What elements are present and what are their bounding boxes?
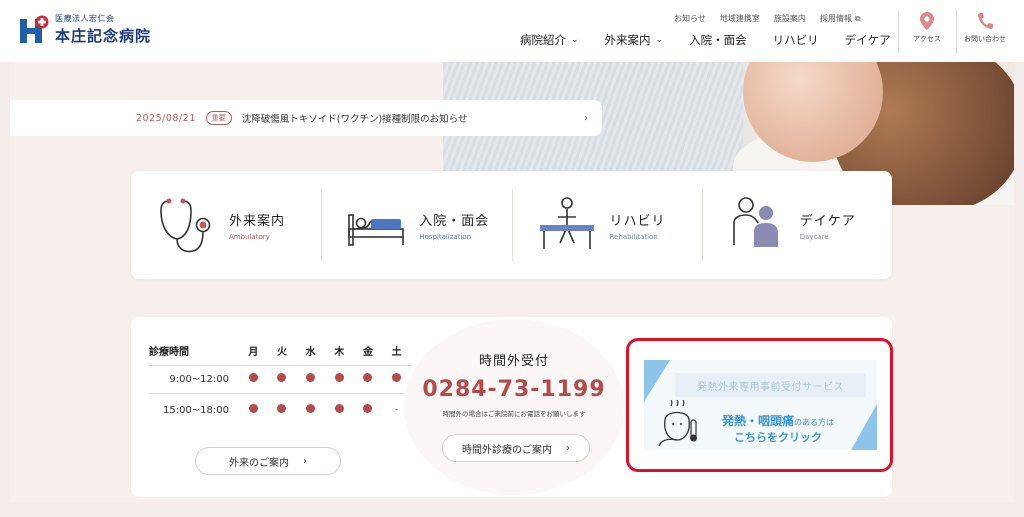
nav-item-rehab[interactable]: リハビリ: [773, 32, 819, 48]
contact-label: お問い合わせ: [964, 35, 1006, 43]
nav-item-about[interactable]: 病院紹介 ⌄: [520, 32, 579, 48]
category-inpatient-en: Hospitalization: [419, 232, 472, 241]
after-hours-note: 時間外の場合はご来院前にお電話をお願いします: [442, 410, 586, 418]
open-dot: [363, 373, 373, 382]
nav-item-outpatient-label: 外来案内: [604, 33, 651, 47]
util-link-regional[interactable]: 地域連携室: [720, 13, 760, 24]
chevron-right-icon: ›: [584, 112, 588, 124]
util-link-recruit[interactable]: 採用情報 ⧉: [820, 13, 861, 24]
day-header: 水: [305, 347, 316, 359]
nav-item-outpatient[interactable]: 外来案内 ⌄: [605, 32, 664, 48]
logo-mark-icon: [19, 15, 49, 45]
util-link-recruit-label: 採用情報: [819, 14, 852, 23]
logo-corporation-name: 医療法人宏仁会: [55, 14, 115, 23]
chevron-right-icon: ›: [566, 442, 570, 454]
open-dot: [277, 404, 287, 414]
outpatient-guide-label: 外来のご案内: [229, 457, 289, 469]
category-outpatient-label: 外来案内: [229, 213, 286, 229]
table-row: 9:00~12:00: [149, 365, 411, 393]
after-hours-guide-button[interactable]: 時間外診療のご案内 ›: [442, 434, 590, 462]
news-title: 沈降破傷風トキソイド(ワクチン)接種制限のお知らせ: [241, 114, 468, 125]
consultation-hours: 診療時間 月 火 水 木 金 土 9:00~12:00 15:00~18:00 …: [149, 337, 411, 427]
chevron-right-icon: ›: [303, 455, 307, 467]
outpatient-guide-button[interactable]: 外来のご案内 ›: [195, 447, 341, 475]
category-daycare-en: Daycare: [799, 232, 829, 241]
hours-header-label: 診療時間: [149, 347, 189, 359]
hospital-bed-icon: [348, 214, 405, 246]
category-daycare[interactable]: デイケア Daycare: [701, 189, 892, 261]
day-header: 火: [276, 347, 287, 359]
category-inpatient[interactable]: 入院・面会 Hospitalization: [321, 189, 511, 261]
open-dot: [334, 404, 344, 414]
news-date: 2025/08/21: [136, 112, 196, 124]
nav-item-inpatient[interactable]: 入院・面会: [689, 32, 747, 48]
daycare-icon: [732, 197, 778, 247]
access-label: アクセス: [913, 35, 941, 43]
map-pin-icon: [920, 12, 934, 30]
chevron-down-icon: ⌄: [571, 35, 579, 45]
time-slot: 15:00~18:00: [162, 404, 229, 416]
hours-table: 診療時間 月 火 水 木 金 土 9:00~12:00 15:00~18:00 …: [149, 337, 411, 427]
open-dot: [306, 373, 316, 382]
chevron-down-icon: ⌄: [655, 35, 664, 45]
after-hours-title: 時間外受付: [478, 354, 549, 369]
time-slot: 9:00~12:00: [169, 373, 229, 385]
news-important-badge: 重要: [205, 111, 232, 125]
stethoscope-icon: [160, 198, 211, 253]
category-rehab-en: Rehabilitation: [609, 232, 658, 241]
open-dot: [306, 404, 316, 414]
category-outpatient-en: Ambulatory: [229, 232, 270, 241]
table-row: 15:00~18:00 -: [149, 393, 411, 427]
access-button[interactable]: アクセス: [899, 12, 955, 56]
open-dot: [248, 373, 258, 382]
open-dot: [277, 373, 287, 382]
util-link-facility[interactable]: 施設案内: [774, 13, 806, 24]
utility-nav: お知らせ 地域連携室 施設案内 採用情報 ⧉: [674, 13, 861, 24]
day-header: 木: [334, 347, 345, 359]
category-menu: 外来案内 Ambulatory 入院・面会 Hospitalization リハ…: [131, 171, 892, 279]
category-outpatient[interactable]: 外来案内 Ambulatory: [131, 189, 321, 261]
nav-item-about-label: 病院紹介: [520, 33, 566, 47]
after-hours-section: 時間外受付 0284-73-1199 時間外の場合はご来院前にお電話をお願いしま…: [399, 317, 629, 497]
category-rehab[interactable]: リハビリ Rehabilitation: [511, 189, 702, 261]
after-hours-guide-label: 時間外診療のご案内: [462, 444, 552, 456]
news-bar[interactable]: 2025/08/21 重要 沈降破傷風トキソイド(ワクチン)接種制限のお知らせ …: [10, 100, 602, 136]
contact-button[interactable]: お問い合わせ: [957, 12, 1013, 56]
category-inpatient-label: 入院・面会: [419, 213, 490, 229]
category-daycare-label: デイケア: [799, 213, 856, 229]
open-dot: [363, 404, 373, 414]
day-header: 月: [248, 347, 259, 359]
day-header: 金: [362, 347, 373, 359]
external-link-icon: ⧉: [854, 13, 861, 23]
hospital-logo[interactable]: 医療法人宏仁会 本庄記念病院: [19, 13, 151, 46]
logo-hospital-name: 本庄記念病院: [55, 27, 152, 45]
after-hours-phone[interactable]: 0284-73-1199: [399, 377, 629, 402]
main-nav: 病院紹介 ⌄ 外来案内 ⌄ 入院・面会 リハビリ デイケア: [520, 32, 891, 48]
highlight-box: [626, 338, 893, 472]
rehabilitation-icon: [539, 197, 594, 249]
site-header: 医療法人宏仁会 本庄記念病院 お知らせ 地域連携室 施設案内 採用情報 ⧉ 病院…: [0, 0, 1024, 62]
util-link-news[interactable]: お知らせ: [674, 13, 706, 24]
nav-item-daycare[interactable]: デイケア: [845, 32, 891, 48]
category-rehab-label: リハビリ: [609, 213, 666, 229]
phone-icon: [978, 13, 993, 29]
open-dot: [334, 373, 344, 382]
open-dot: [248, 404, 258, 414]
